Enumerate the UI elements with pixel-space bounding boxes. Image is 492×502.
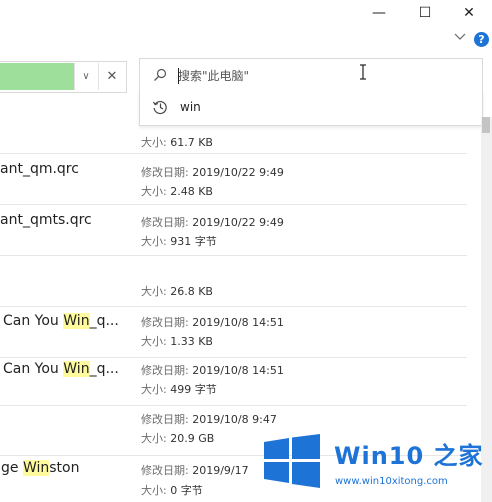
file-size: 大小: 1.33 KB (141, 335, 213, 348)
maximize-icon: ☐ (418, 5, 432, 21)
search-box[interactable] (139, 58, 483, 94)
file-date: 修改日期: 2019/10/8 9:47 (141, 413, 277, 426)
address-history-dropdown[interactable]: ∨ (74, 63, 97, 90)
search-match-highlight: Win (22, 460, 50, 476)
close-icon: ✕ (106, 69, 118, 84)
row-separator (0, 104, 467, 154)
maximize-button[interactable]: ☐ (402, 0, 448, 26)
search-match-highlight: Win (63, 361, 90, 377)
file-size: 大小: 0 字节 (141, 484, 203, 497)
help-icon[interactable]: ? (474, 32, 489, 47)
file-date: 修改日期: 2019/10/22 9:49 (141, 216, 284, 229)
file-name: Can You Win_q... (3, 313, 119, 329)
text-cursor-icon (359, 64, 367, 84)
file-date: 修改日期: 2019/10/8 14:51 (141, 364, 284, 377)
file-name: ge Winston (1, 460, 80, 476)
watermark-url: www.win10xitong.com (335, 476, 448, 487)
expand-ribbon-chevron-icon[interactable] (453, 33, 467, 45)
file-size: 大小: 2.48 KB (141, 185, 213, 198)
search-input[interactable] (178, 65, 458, 87)
result-row[interactable]: ant_qm.qrc 修改日期: 2019/10/22 9:49 大小: 2.4… (0, 154, 467, 205)
minimize-button[interactable]: — (356, 0, 402, 26)
minimize-icon: — (372, 5, 386, 21)
file-date: 修改日期: 2019/9/17 (141, 464, 249, 477)
result-row[interactable]: Can You Win_q... 修改日期: 2019/10/8 14:51 大… (0, 307, 467, 358)
windows-logo-icon (262, 434, 322, 488)
result-row[interactable]: Can You Win_q... 修改日期: 2019/10/8 14:51 大… (0, 355, 467, 406)
close-icon: ✕ (463, 5, 475, 21)
scrollbar-thumb[interactable] (482, 117, 490, 133)
file-date: 修改日期: 2019/10/22 9:49 (141, 166, 284, 179)
file-size: 大小: 499 字节 (141, 383, 217, 396)
watermark-title: Win10 之家 (334, 442, 484, 470)
result-row[interactable]: 大小: 26.8 KB (0, 256, 467, 307)
file-name: ant_qmts.qrc (0, 212, 92, 228)
file-size: 大小: 26.8 KB (141, 285, 213, 298)
result-row[interactable]: ant_qmts.qrc 修改日期: 2019/10/22 9:49 大小: 9… (0, 205, 467, 256)
file-size: 大小: 931 字节 (141, 235, 217, 248)
file-name: Can You Win_q... (3, 361, 119, 377)
file-name: ant_qm.qrc (0, 161, 79, 177)
address-bar[interactable]: ∨ ✕ (0, 61, 127, 93)
file-size: 大小: 20.9 GB (141, 432, 215, 445)
chevron-down-icon: ∨ (82, 71, 90, 82)
search-icon (152, 67, 168, 83)
text-caret (178, 68, 179, 84)
search-match-highlight: Win (63, 313, 90, 329)
address-progress-fill (0, 63, 74, 90)
stop-search-button[interactable]: ✕ (98, 63, 125, 90)
close-button[interactable]: ✕ (446, 0, 492, 26)
file-date: 修改日期: 2019/10/8 14:51 (141, 316, 284, 329)
